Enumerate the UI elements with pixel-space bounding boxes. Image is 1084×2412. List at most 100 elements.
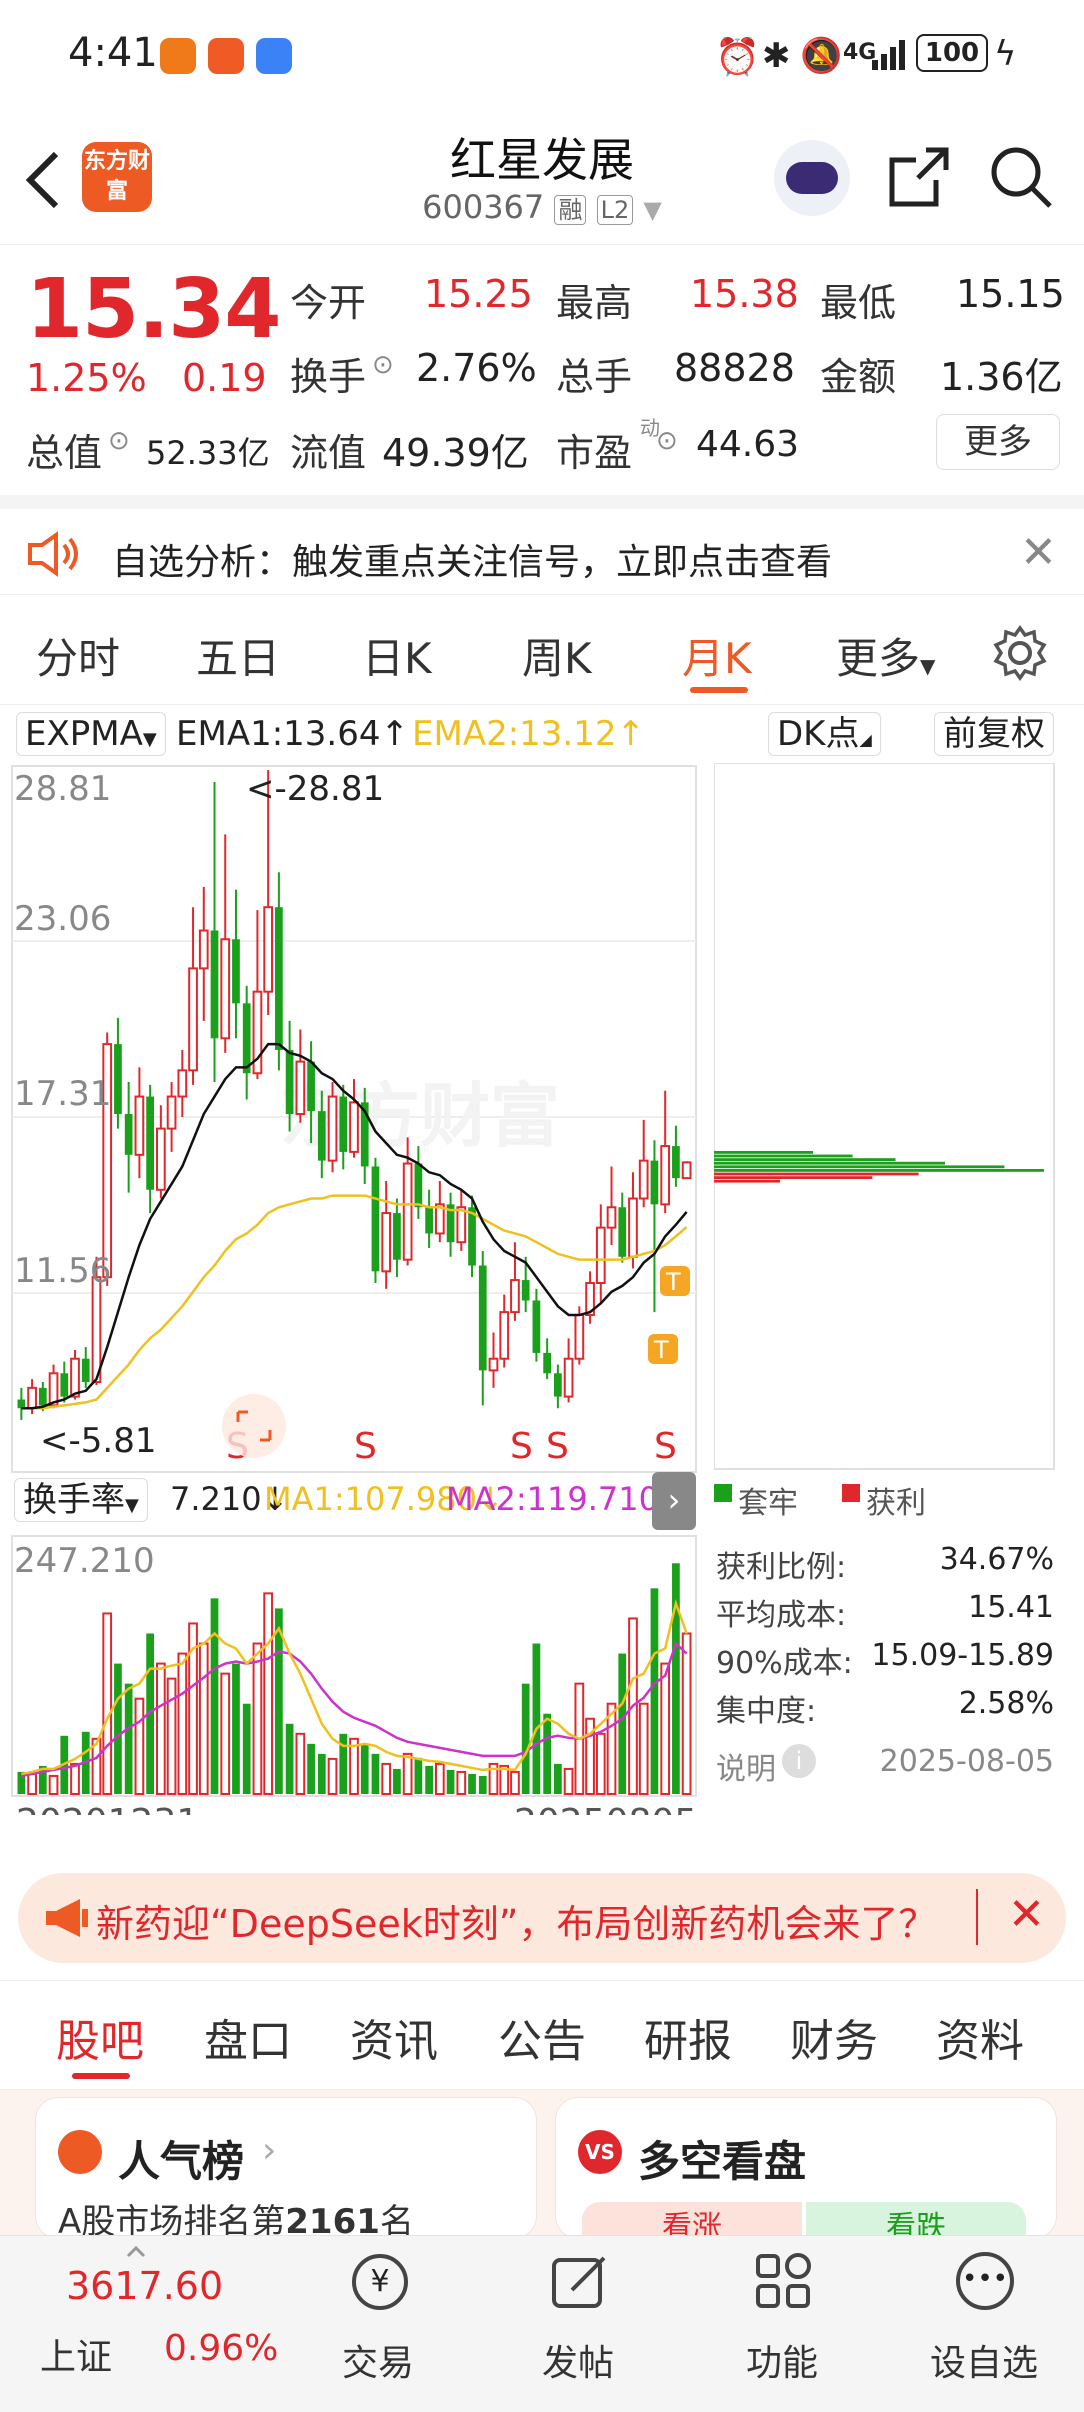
high-label: 最高	[556, 281, 633, 325]
tab-orderbook[interactable]: 盘口	[204, 2005, 292, 2069]
main-indicator-label: EXPMA	[25, 714, 143, 754]
info-icon[interactable]: ⊙	[656, 426, 678, 456]
speaker-icon	[28, 531, 78, 577]
expand-icon[interactable]	[222, 1394, 286, 1458]
candle	[521, 1280, 530, 1301]
turnover-bar	[618, 1653, 627, 1794]
candle	[393, 1213, 401, 1260]
candle	[210, 930, 219, 1039]
turnover-bar	[295, 1732, 306, 1796]
popularity-card[interactable]: 人气榜 › A股市场排名第2161名	[36, 2098, 536, 2242]
close-icon[interactable]: ✕	[1008, 1889, 1045, 1940]
turnover-bar	[532, 1643, 541, 1794]
tab-intraday[interactable]: 分时	[36, 625, 120, 686]
assistant-robot-icon[interactable]	[774, 140, 850, 216]
candle	[638, 1159, 649, 1200]
turnover-bar	[456, 1770, 467, 1795]
bottom-nav: 3617.60 上证 0.96% ¥ 交易 发帖 功能 ••• 设自选	[0, 2235, 1084, 2412]
chip-bar	[714, 1158, 896, 1161]
candle	[81, 1358, 90, 1383]
dropdown-icon: ▼	[643, 196, 662, 224]
adjust-button[interactable]: 前复权	[934, 712, 1054, 756]
candle	[628, 1197, 638, 1258]
info-icon[interactable]: ⊙	[372, 350, 394, 380]
bear-button[interactable]: 看跌	[806, 2202, 1026, 2238]
signal-icon	[872, 40, 905, 70]
main-indicator-select[interactable]: EXPMA▼	[16, 712, 166, 756]
tab-announcements[interactable]: 公告	[498, 2005, 586, 2069]
tab-news[interactable]: 资讯	[350, 2005, 438, 2069]
alert-bar[interactable]: 自选分析：触发重点关注信号，立即点击查看 ✕	[0, 495, 1084, 595]
chart-tabs: 分时 五日 日K 周K 月K 更多▼	[0, 595, 1084, 705]
bull-bear-card[interactable]: VS 多空看盘 看涨 看跌	[556, 2098, 1056, 2238]
candle	[554, 1373, 562, 1397]
legend-hold-swatch	[714, 1484, 732, 1502]
close-icon[interactable]: ✕	[1020, 527, 1057, 578]
chip-note-label[interactable]: 说明	[716, 1744, 776, 1788]
candle	[650, 1160, 659, 1205]
settings-icon[interactable]	[992, 625, 1048, 681]
edit-icon	[552, 2256, 606, 2308]
candle	[70, 1357, 80, 1398]
high-value: 15.38	[690, 272, 799, 316]
tab-weekly-k[interactable]: 周K	[522, 625, 592, 686]
nav-functions[interactable]: 功能	[712, 2236, 852, 2412]
nav-post[interactable]: 发帖	[508, 2236, 648, 2412]
turnover-value: 2.76%	[416, 346, 537, 390]
info-icon[interactable]: i	[782, 1744, 816, 1778]
turnover-bar	[155, 1662, 166, 1795]
turnover-bar	[563, 1767, 574, 1795]
candle	[91, 1276, 102, 1384]
sub-indicator-select[interactable]: 换手率▼	[14, 1478, 148, 1522]
turnover-bar	[543, 1713, 552, 1794]
stock-code: 600367	[422, 188, 545, 226]
turnover-bar	[285, 1723, 294, 1794]
tab-more-label: 更多	[836, 634, 921, 683]
share-icon[interactable]	[886, 144, 952, 210]
tab-monthly-k[interactable]: 月K	[682, 625, 752, 686]
expand-up-icon[interactable]	[126, 2244, 146, 2258]
profit-ratio-value: 34.67%	[939, 1542, 1054, 1577]
candle	[563, 1357, 574, 1398]
tab-more[interactable]: 更多▼	[836, 625, 935, 686]
open-value: 15.25	[424, 272, 533, 316]
bull-button[interactable]: 看涨	[582, 2202, 802, 2238]
tab-five-day[interactable]: 五日	[196, 625, 280, 686]
chip-bar	[714, 1151, 813, 1154]
candle	[425, 1207, 433, 1234]
app-notification-icon	[160, 38, 196, 74]
turnover-bar	[510, 1770, 520, 1795]
volume-value: 88828	[674, 346, 795, 390]
news-banner[interactable]: 新药迎“DeepSeek时刻”，布局创新药机会来了？ ✕	[18, 1873, 1066, 1963]
turnover-bar	[124, 1683, 133, 1794]
turnover-bar	[220, 1672, 231, 1795]
index-change: 0.96%	[164, 2328, 279, 2369]
more-button[interactable]: 更多	[936, 414, 1060, 470]
candle	[242, 1003, 251, 1074]
turnover-bar	[134, 1697, 145, 1795]
candle	[339, 1096, 348, 1152]
info-icon[interactable]: ⊙	[108, 426, 130, 456]
chip-bar	[714, 1172, 919, 1176]
turnover-bar	[263, 1592, 274, 1795]
kline-chart[interactable]: 东方财富 28.81 23.06 17.31 11.56 <-28.81 <-5…	[0, 760, 710, 1815]
dk-point-button[interactable]: DK点◢	[768, 712, 881, 756]
collapse-panel-button[interactable]: ›	[652, 1472, 696, 1530]
tab-forum[interactable]: 股吧	[56, 2005, 144, 2069]
mute-icon: 🔕	[800, 36, 843, 76]
search-icon[interactable]	[988, 144, 1054, 210]
nav-trade[interactable]: ¥ 交易	[308, 2236, 448, 2412]
index-name: 上证	[40, 2337, 113, 2378]
chip-bar	[714, 1165, 1005, 1169]
chevron-right-icon: ›	[262, 2130, 277, 2171]
tab-financials[interactable]: 财务	[790, 2005, 878, 2069]
tab-profile[interactable]: 资料	[936, 2005, 1024, 2069]
tab-research[interactable]: 研报	[644, 2005, 732, 2069]
turnover-bar	[521, 1683, 530, 1794]
tab-daily-k[interactable]: 日K	[362, 625, 432, 686]
change-pct: 1.25%	[26, 356, 147, 400]
candle	[188, 967, 198, 1072]
candle	[349, 1101, 359, 1153]
nav-add-watchlist[interactable]: ••• 设自选	[914, 2236, 1054, 2412]
turnover-bar	[102, 1612, 113, 1796]
